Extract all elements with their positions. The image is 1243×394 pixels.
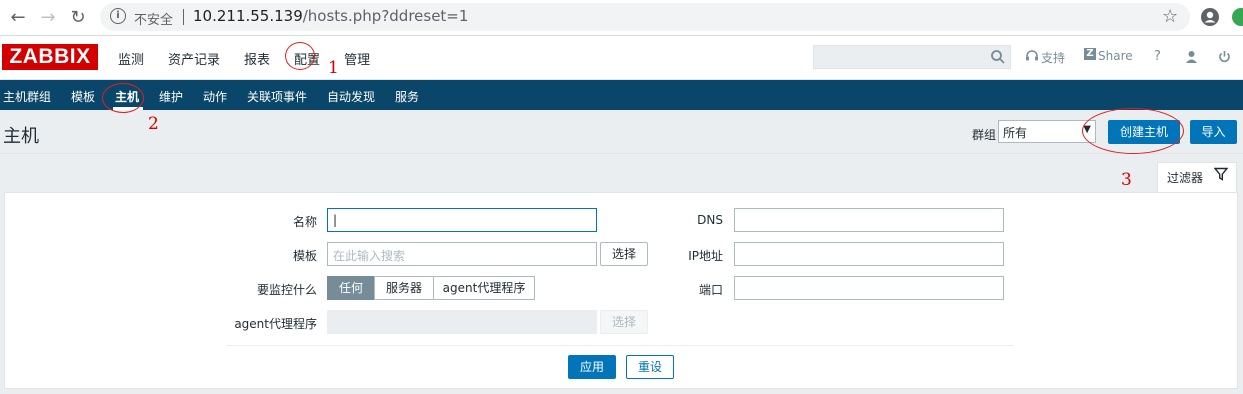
monitor-option-server[interactable]: 服务器 — [374, 276, 434, 300]
help-icon[interactable]: ? — [1154, 49, 1161, 64]
subnav-services[interactable]: 服务 — [395, 88, 419, 105]
ip-label: IP地址 — [688, 249, 723, 263]
dns-label: DNS — [697, 213, 723, 227]
filter-divider — [226, 345, 1014, 346]
insecure-label: 不安全 — [134, 13, 174, 28]
template-select-button[interactable]: 选择 — [600, 242, 648, 266]
annotation-circle-create-host — [1082, 108, 1184, 154]
proxy-input — [327, 310, 597, 334]
proxy-label: agent代理程序 — [234, 317, 317, 331]
extension-icon[interactable] — [1232, 8, 1243, 26]
subnav-actions[interactable]: 动作 — [203, 88, 227, 105]
url-text[interactable]: 10.211.55.139/hosts.php?ddreset=1 — [193, 7, 468, 25]
menu-monitoring[interactable]: 监测 — [118, 49, 144, 68]
sub-navigation: 主机群组 模板 主机 维护 动作 关联项事件 自动发现 服务 — [0, 80, 1243, 110]
subnav-event-correlation[interactable]: 关联项事件 — [247, 88, 307, 105]
menu-inventory[interactable]: 资产记录 — [168, 49, 220, 68]
group-label: 群组 — [972, 128, 997, 142]
bookmark-star-icon[interactable]: ☆ — [1162, 6, 1178, 27]
annotation-number-3: 3 — [1121, 170, 1132, 190]
annotation-number-1: 1 — [328, 58, 339, 78]
monitor-label: 要监控什么 — [256, 283, 317, 297]
filter-tab-label: 过滤器 — [1167, 171, 1204, 185]
filter-tab[interactable]: 过滤器 — [1157, 162, 1237, 193]
monitor-option-any[interactable]: 任何 — [327, 276, 375, 300]
user-icon[interactable] — [1185, 50, 1198, 63]
profile-icon[interactable] — [1200, 7, 1220, 27]
search-icon[interactable] — [990, 49, 1006, 65]
name-label: 名称 — [292, 215, 317, 229]
monitor-option-agent[interactable]: agent代理程序 — [433, 276, 535, 300]
group-select-value: 所有 — [1003, 126, 1028, 140]
share-icon: Z — [1084, 48, 1096, 60]
import-button[interactable]: 导入 — [1190, 120, 1237, 144]
info-icon[interactable]: i — [110, 8, 126, 24]
global-search-input[interactable] — [813, 45, 1011, 69]
port-label: 端口 — [698, 283, 723, 297]
annotation-circle-hosts — [102, 83, 144, 113]
apply-button[interactable]: 应用 — [568, 355, 616, 379]
back-icon[interactable]: ← — [6, 6, 30, 30]
template-label: 模板 — [292, 249, 317, 263]
main-menu: 监测 资产记录 报表 配置 管理 — [118, 49, 394, 68]
menu-reports[interactable]: 报表 — [244, 49, 270, 68]
ip-input[interactable] — [734, 242, 1004, 266]
subnav-host-groups[interactable]: 主机群组 — [3, 88, 51, 105]
forward-icon[interactable]: → — [36, 6, 60, 30]
annotation-circle-configuration — [285, 42, 315, 70]
browser-toolbar: ← → ↻ i 不安全 10.211.55.139/hosts.php?ddre… — [0, 0, 1243, 36]
reset-button[interactable]: 重设 — [626, 355, 674, 379]
subnav-discovery[interactable]: 自动发现 — [327, 88, 375, 105]
subnav-maintenance[interactable]: 维护 — [159, 88, 183, 105]
support-link[interactable]: 支持 — [1041, 49, 1065, 66]
zabbix-top-bar: ZABBIX 监测 资产记录 报表 配置 管理 支持 Z Share ? — [0, 36, 1243, 80]
name-input[interactable]: | — [327, 208, 597, 232]
subnav-templates[interactable]: 模板 — [71, 88, 95, 105]
power-icon[interactable] — [1218, 50, 1231, 63]
reload-icon[interactable]: ↻ — [66, 6, 90, 30]
proxy-select-button: 选择 — [600, 310, 648, 334]
zabbix-logo[interactable]: ZABBIX — [2, 44, 98, 70]
filter-icon — [1214, 167, 1228, 181]
port-input[interactable] — [734, 276, 1004, 300]
dns-input[interactable] — [734, 208, 1004, 232]
template-search-input[interactable]: 在此输入搜索 — [327, 242, 597, 266]
filter-panel — [4, 192, 1238, 389]
share-link[interactable]: Share — [1098, 49, 1133, 63]
annotation-number-2: 2 — [148, 114, 159, 134]
page-title: 主机 — [3, 126, 39, 147]
address-separator — [183, 9, 184, 25]
headset-icon — [1026, 50, 1038, 61]
menu-administration[interactable]: 管理 — [344, 49, 370, 68]
header-divider — [0, 153, 1243, 154]
